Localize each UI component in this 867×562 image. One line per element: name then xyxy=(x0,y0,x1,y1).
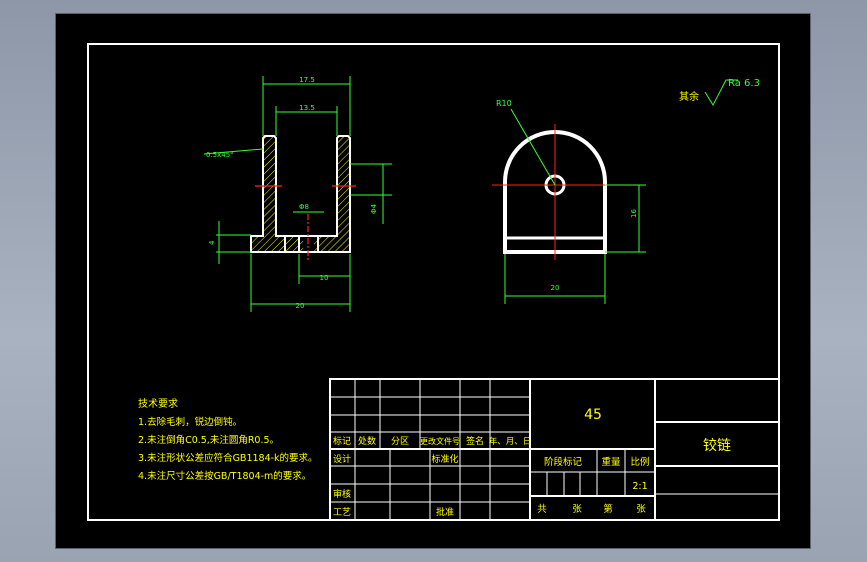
technical-notes: 技术要求 1.去除毛刺，锐边倒钝。 2.未注倒角C0.5,未注圆角R0.5。 3… xyxy=(138,397,318,482)
dim-chamfer: 0.5x45° xyxy=(206,151,234,159)
dim-base-thickness: 4 xyxy=(208,240,216,245)
side-view: R10 16 20 xyxy=(492,99,646,304)
rev-header: 处数 xyxy=(358,435,376,447)
dim-height-right: Φ4 xyxy=(370,203,378,214)
row-process: 工艺 xyxy=(333,507,351,518)
rev-header: 年、月、日 xyxy=(489,436,532,447)
row-standardize: 标准化 xyxy=(431,453,458,465)
rev-header: 标记 xyxy=(333,435,351,447)
note-item: 4.未注尺寸公差按GB/T1804-m的要求。 xyxy=(138,470,311,482)
sheets-page-a: 第 xyxy=(603,503,613,515)
sheets-page-b: 张 xyxy=(636,504,646,515)
title-block-text: 45 铰链 标记 处数 分区 更改文件号 签名 年、月、日 设计 标准化 审核 … xyxy=(333,407,731,518)
roughness-prefix: 其余 xyxy=(679,90,699,103)
part-name: 铰链 xyxy=(703,438,731,454)
roughness-symbol: 其余 Ra 6.3 xyxy=(679,78,760,107)
note-item: 2.未注倒角C0.5,未注圆角R0.5。 xyxy=(138,434,279,446)
front-view: 17.5 13.5 0.5x45° Φ8 Φ4 4 10 20 xyxy=(203,76,392,312)
dim-inner-width: 13.5 xyxy=(299,104,315,112)
dim-radius: R10 xyxy=(496,99,512,108)
roughness-value: Ra 6.3 xyxy=(728,78,760,89)
rev-header: 分区 xyxy=(391,436,409,447)
dim-side-width: 20 xyxy=(551,284,560,292)
scale-value: 2:1 xyxy=(632,481,647,492)
weight-label: 重量 xyxy=(601,456,621,468)
dim-side-height: 16 xyxy=(630,209,638,218)
stage-label: 阶段标记 xyxy=(544,456,583,468)
cad-drawing: 17.5 13.5 0.5x45° Φ8 Φ4 4 10 20 R10 16 2… xyxy=(87,43,780,521)
sheets-total-a: 共 xyxy=(537,504,547,515)
dim-slot: Φ8 xyxy=(299,203,309,211)
drawing-viewport[interactable]: 17.5 13.5 0.5x45° Φ8 Φ4 4 10 20 R10 16 2… xyxy=(55,13,811,549)
sheets-total-b: 张 xyxy=(572,504,582,515)
notes-title: 技术要求 xyxy=(138,397,178,410)
row-approve: 批准 xyxy=(436,506,454,518)
material: 45 xyxy=(584,407,602,423)
note-item: 1.去除毛刺，锐边倒钝。 xyxy=(138,416,242,428)
note-item: 3.未注形状公差应符合GB1184-k的要求。 xyxy=(138,452,318,464)
rev-header: 更改文件号 xyxy=(420,436,460,446)
dim-overall-top-width: 17.5 xyxy=(299,76,315,84)
row-design: 设计 xyxy=(333,453,351,465)
dim-slot-width: 10 xyxy=(320,274,329,282)
right-base-hatch xyxy=(314,236,350,252)
rev-header: 签名 xyxy=(466,435,484,447)
scale-label: 比例 xyxy=(630,456,649,468)
left-base-hatch xyxy=(251,236,303,252)
row-review: 审核 xyxy=(333,488,351,500)
dim-overall-width: 20 xyxy=(296,302,305,310)
